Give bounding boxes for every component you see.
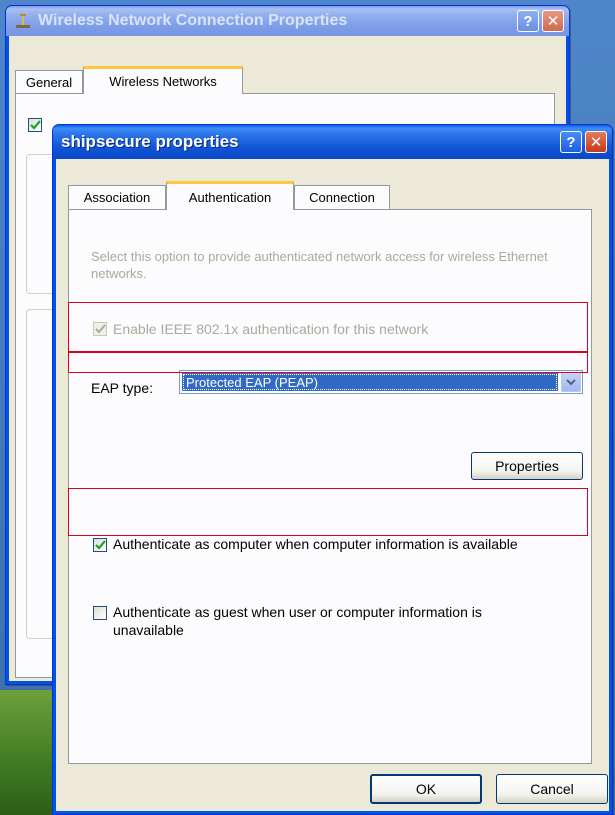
- background-checkbox[interactable]: [28, 118, 42, 132]
- highlight-eap-type: [68, 352, 588, 373]
- auth-as-computer-label: Authenticate as computer when computer i…: [113, 536, 518, 552]
- auth-as-guest-label: Authenticate as guest when user or compu…: [113, 604, 482, 638]
- eap-type-dropdown[interactable]: Protected EAP (PEAP): [179, 370, 583, 394]
- eap-type-label: EAP type:: [91, 380, 154, 396]
- dialog-close-button[interactable]: ✕: [585, 131, 607, 153]
- tab-general-label: General: [25, 75, 73, 90]
- tab-wireless-networks[interactable]: Wireless Networks: [83, 66, 243, 94]
- background-close-button[interactable]: ✕: [542, 10, 564, 32]
- ok-button[interactable]: OK: [370, 774, 482, 804]
- auth-as-guest-checkbox[interactable]: [93, 606, 107, 620]
- dialog-title: shipsecure properties: [61, 132, 239, 151]
- authentication-tab-panel: Select this option to provide authentica…: [68, 209, 592, 764]
- tab-authentication-label: Authentication: [188, 189, 272, 205]
- chevron-down-icon[interactable]: [561, 372, 581, 392]
- properties-button[interactable]: Properties: [471, 452, 583, 480]
- dialog-help-button[interactable]: ?: [560, 131, 582, 153]
- tab-general[interactable]: General: [15, 70, 83, 94]
- auth-as-computer-checkbox[interactable]: [93, 538, 107, 552]
- highlight-enable-8021x: [68, 302, 588, 352]
- tab-association-label: Association: [83, 190, 151, 205]
- network-connection-icon: [14, 12, 32, 30]
- background-window-title: Wireless Network Connection Properties: [38, 12, 348, 29]
- desktop-wallpaper-hill: [0, 690, 60, 815]
- tab-connection-label: Connection: [309, 190, 375, 205]
- tab-authentication[interactable]: Authentication: [166, 181, 294, 210]
- eap-type-selected-value: Protected EAP (PEAP): [182, 373, 558, 391]
- cancel-button[interactable]: Cancel: [496, 774, 608, 804]
- dialog-client-area: Association Authentication Connection Se…: [56, 159, 609, 811]
- dialog-titlebar[interactable]: shipsecure properties ? ✕: [53, 125, 612, 159]
- tab-connection[interactable]: Connection: [294, 185, 390, 209]
- background-help-button[interactable]: ?: [517, 10, 539, 32]
- highlight-auth-as-computer: [68, 488, 588, 536]
- shipsecure-properties-dialog: shipsecure properties ? ✕ Association Au…: [52, 124, 613, 815]
- background-titlebar[interactable]: Wireless Network Connection Properties ?…: [6, 6, 569, 36]
- tab-wireless-networks-label: Wireless Networks: [109, 74, 217, 89]
- authentication-description: Select this option to provide authentica…: [91, 249, 548, 281]
- tab-association[interactable]: Association: [68, 185, 166, 209]
